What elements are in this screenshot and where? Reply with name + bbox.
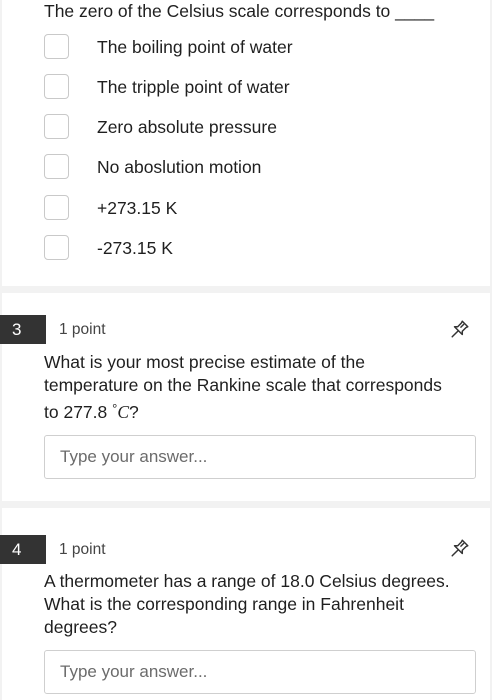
answer-input[interactable] [44,650,476,694]
option-triple-point[interactable]: The tripple point of water [44,74,464,100]
option-label: Zero absolute pressure [97,117,277,137]
question-card-2: The zero of the Celsius scale correspond… [2,0,490,286]
question-line: to 277.8 °C? [44,397,476,424]
question-number-badge: 4 [0,535,46,564]
checkbox[interactable] [44,34,69,59]
question-card-3: 3 1 point What is your most precise esti… [0,293,490,501]
checkbox[interactable] [44,154,69,179]
question-text: The zero of the Celsius scale correspond… [44,1,435,21]
question-line: What is your most precise estimate of th… [44,352,365,372]
checkbox[interactable] [44,235,69,260]
pin-icon[interactable] [449,318,471,340]
question-line: A thermometer has a range of 18.0 Celsiu… [44,571,450,591]
points-label: 1 point [59,541,106,558]
option-label: The tripple point of water [97,77,290,97]
option-label: +273.15 K [97,198,178,218]
question-line: temperature on the Rankine scale that co… [44,375,442,395]
unit-symbol: C [117,402,130,422]
option-label: No aboslution motion [97,157,262,177]
option-label: -273.15 K [97,238,173,258]
question-line: degrees? [44,617,117,637]
question-number-badge: 3 [0,315,46,344]
question-line: What is the corresponding range in Fahre… [44,594,404,614]
pin-icon[interactable] [449,537,471,559]
question-text: What is your most precise estimate of th… [44,351,476,424]
checkbox[interactable] [44,74,69,99]
option-no-motion[interactable]: No aboslution motion [44,154,464,180]
option-label: The boiling point of water [97,37,293,57]
question-text-part: to 277.8 [44,402,113,422]
option-boiling-point[interactable]: The boiling point of water [44,34,464,60]
checkbox[interactable] [44,195,69,220]
question-card-4: 4 1 point A thermometer has a range of 1… [0,508,490,700]
answer-input[interactable] [44,435,476,479]
question-mark: ? [129,402,139,422]
option-minus-273[interactable]: -273.15 K [44,235,464,261]
checkbox[interactable] [44,114,69,139]
option-zero-pressure[interactable]: Zero absolute pressure [44,114,464,140]
question-text: A thermometer has a range of 18.0 Celsiu… [44,570,476,639]
option-plus-273[interactable]: +273.15 K [44,195,464,221]
points-label: 1 point [59,321,106,338]
